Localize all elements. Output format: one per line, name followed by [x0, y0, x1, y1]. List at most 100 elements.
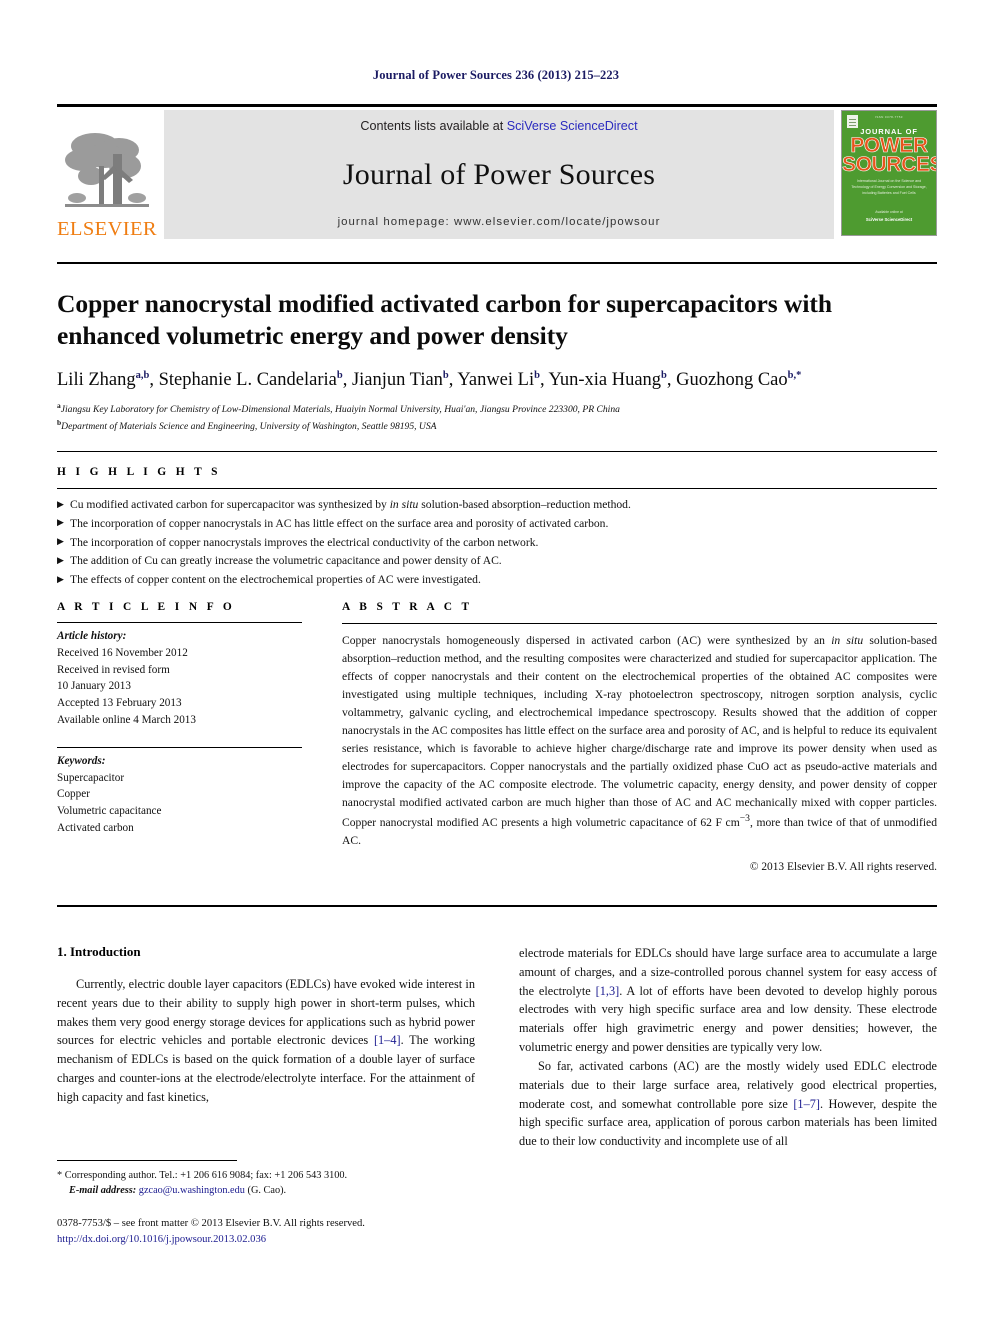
author-entry: Lili Zhanga,b: [57, 370, 149, 390]
info-abstract-row: A R T I C L E I N F O Article history: R…: [57, 601, 937, 873]
author-affil-marker: b: [442, 370, 449, 382]
history-received: Received 16 November 2012: [57, 646, 188, 659]
article-info-rule: [57, 622, 302, 623]
highlights-section: H I G H L I G H T S ▶ Cu modified activat…: [57, 451, 937, 590]
abstract-emphasis: in situ: [831, 634, 864, 647]
section-heading-introduction: 1. Introduction: [57, 944, 141, 959]
highlight-item: ▶ Cu modified activated carbon for superc…: [57, 496, 937, 515]
contents-available-line: Contents lists available at SciVerse Sci…: [360, 119, 637, 133]
highlight-text: The incorporation of copper nanocrystals…: [70, 535, 539, 549]
history-revised-date: 10 January 2013: [57, 680, 131, 693]
email-note: E-mail address: gzcao@u.washington.edu (…: [57, 1183, 487, 1198]
citation-ref[interactable]: [1–4]: [374, 1033, 401, 1047]
abstract-text: Copper nanocrystals homogeneously disper…: [342, 632, 937, 849]
history-online: Available online 4 March 2013: [57, 713, 196, 726]
highlight-item: ▶ The incorporation of copper nanocrystal…: [57, 515, 937, 534]
abstract-part-2: solution-based absorption–reduction meth…: [342, 634, 938, 829]
author-entry: Guozhong Caob,*: [676, 370, 801, 390]
affiliation-a: aJiangsu Key Laboratory for Chemistry of…: [57, 401, 937, 417]
highlight-text-tail: solution-based absorption–reduction meth…: [418, 498, 631, 511]
cover-issn-caption: ISSN 0378-7753: [875, 115, 903, 119]
article-history-label: Article history:: [57, 630, 127, 642]
highlight-item: ▶ The addition of Cu can greatly increase…: [57, 552, 937, 571]
history-accepted: Accepted 13 February 2013: [57, 697, 182, 710]
page-title: Copper nanocrystal modified activated ca…: [57, 289, 832, 350]
cover-footer: Available online at SciVerse ScienceDire…: [852, 210, 926, 223]
citation-ref[interactable]: [1–7]: [793, 1097, 820, 1111]
keyword-item: Volumetric capacitance: [57, 805, 162, 818]
author-list: Lili Zhanga,b, Stephanie L. Candelariab,…: [57, 370, 802, 391]
title-top-rule: [57, 262, 937, 264]
abstract-superscript: −3: [739, 812, 751, 824]
highlight-text: The incorporation of copper nanocrystals…: [70, 516, 609, 530]
author-name: Guozhong Cao: [676, 370, 788, 391]
body-top-rule: [57, 905, 937, 907]
body-column-left: 1. Introduction Currently, electric doub…: [57, 944, 475, 1151]
keyword-item: Supercapacitor: [57, 771, 125, 784]
elsevier-wordmark: ELSEVIER: [57, 217, 157, 240]
affiliation-b: bDepartment of Materials Science and Eng…: [57, 418, 937, 434]
author-name: Yanwei Li: [457, 370, 535, 391]
masthead-center: Contents lists available at SciVerse Sci…: [164, 110, 834, 239]
keywords-rule: [57, 746, 302, 748]
cover-subtitle: International Journal on the Science and…: [851, 179, 927, 195]
abstract-rule: [342, 623, 937, 624]
elsevier-logo: ELSEVIER: [57, 110, 157, 239]
keyword-item: Activated carbon: [57, 821, 134, 834]
bullet-arrow-icon: ▶: [57, 554, 64, 565]
highlights-top-rule: [57, 451, 937, 452]
corresponding-author-note: * Corresponding author. Tel.: +1 206 616…: [57, 1170, 348, 1181]
affil-text: Jiangsu Key Laboratory for Chemistry of …: [60, 404, 620, 416]
article-info-label: A R T I C L E I N F O: [57, 601, 236, 613]
bullet-arrow-icon: ▶: [57, 517, 64, 528]
email-link[interactable]: gzcao@u.washington.edu: [139, 1185, 245, 1196]
author-name: Jianjun Tian: [351, 370, 443, 391]
author-name: Stephanie L. Candelaria: [158, 370, 337, 391]
cover-line-sources: SOURCES: [842, 153, 937, 176]
paragraph-intro-1: Currently, electric double layer capacit…: [57, 975, 475, 1107]
body-column-right: electrode materials for EDLCs should hav…: [519, 944, 937, 1151]
footnote-block: * Corresponding author. Tel.: +1 206 616…: [57, 1168, 487, 1199]
contents-prefix: Contents lists available at: [360, 119, 507, 133]
highlight-text: The effects of copper content on the ele…: [70, 573, 481, 587]
author-entry: Yun-xia Huangb: [549, 370, 667, 390]
title-block: Copper nanocrystal modified activated ca…: [57, 262, 937, 434]
author-entry: Stephanie L. Candelariab: [159, 370, 343, 390]
article-info-column: A R T I C L E I N F O Article history: R…: [57, 601, 302, 873]
abstract-copyright: © 2013 Elsevier B.V. All rights reserved…: [749, 861, 937, 874]
author-affil-marker: b,*: [787, 370, 802, 382]
issn-line: 0378-7753/$ – see front matter © 2013 El…: [57, 1218, 365, 1229]
bullet-arrow-icon: ▶: [57, 573, 64, 584]
author-entry: Jianjun Tianb: [352, 370, 449, 390]
elsevier-tree-icon: [65, 132, 149, 207]
abstract-column: A B S T R A C T Copper nanocrystals homo…: [342, 601, 937, 873]
history-revised: Received in revised form: [57, 663, 170, 676]
doi-link[interactable]: http://dx.doi.org/10.1016/j.jpowsour.201…: [57, 1232, 497, 1248]
journal-cover-thumbnail[interactable]: ISSN 0378-7753 JOURNAL OF POWER SOURCES …: [841, 110, 937, 236]
highlight-item: ▶ The incorporation of copper nanocrystal…: [57, 534, 937, 553]
email-label: E-mail address:: [69, 1185, 137, 1197]
body-column-gap: [475, 944, 519, 1151]
author-entry: Yanwei Lib: [457, 370, 540, 390]
author-name: Lili Zhang: [57, 370, 136, 391]
citation-ref[interactable]: [1,3]: [596, 984, 620, 998]
highlight-item: ▶ The effects of copper content on the el…: [57, 571, 937, 590]
journal-title: Journal of Power Sources: [342, 157, 656, 191]
highlights-label: H I G H L I G H T S: [57, 466, 221, 478]
highlight-emphasis: in situ: [389, 498, 419, 511]
running-head: Journal of Power Sources 236 (2013) 215–…: [372, 68, 620, 82]
bullet-arrow-icon: ▶: [57, 498, 64, 509]
author-name: Yun-xia Huang: [548, 370, 662, 391]
footnote-rule: [57, 1160, 237, 1161]
author-affil-marker: a,b: [135, 370, 150, 382]
author-affil-marker: b: [661, 370, 667, 382]
keywords-label: Keywords:: [57, 754, 106, 767]
body-columns: 1. Introduction Currently, electric doub…: [57, 944, 937, 1151]
highlight-text: The addition of Cu can greatly increase …: [70, 554, 502, 568]
issn-block: 0378-7753/$ – see front matter © 2013 El…: [57, 1216, 497, 1248]
journal-homepage-link[interactable]: journal homepage: www.elsevier.com/locat…: [338, 216, 661, 228]
highlights-rule: [57, 488, 937, 489]
author-affil-marker: b: [534, 370, 540, 382]
sciencedirect-link[interactable]: SciVerse ScienceDirect: [507, 119, 638, 133]
paragraph-intro-2: electrode materials for EDLCs should hav…: [519, 944, 937, 1057]
